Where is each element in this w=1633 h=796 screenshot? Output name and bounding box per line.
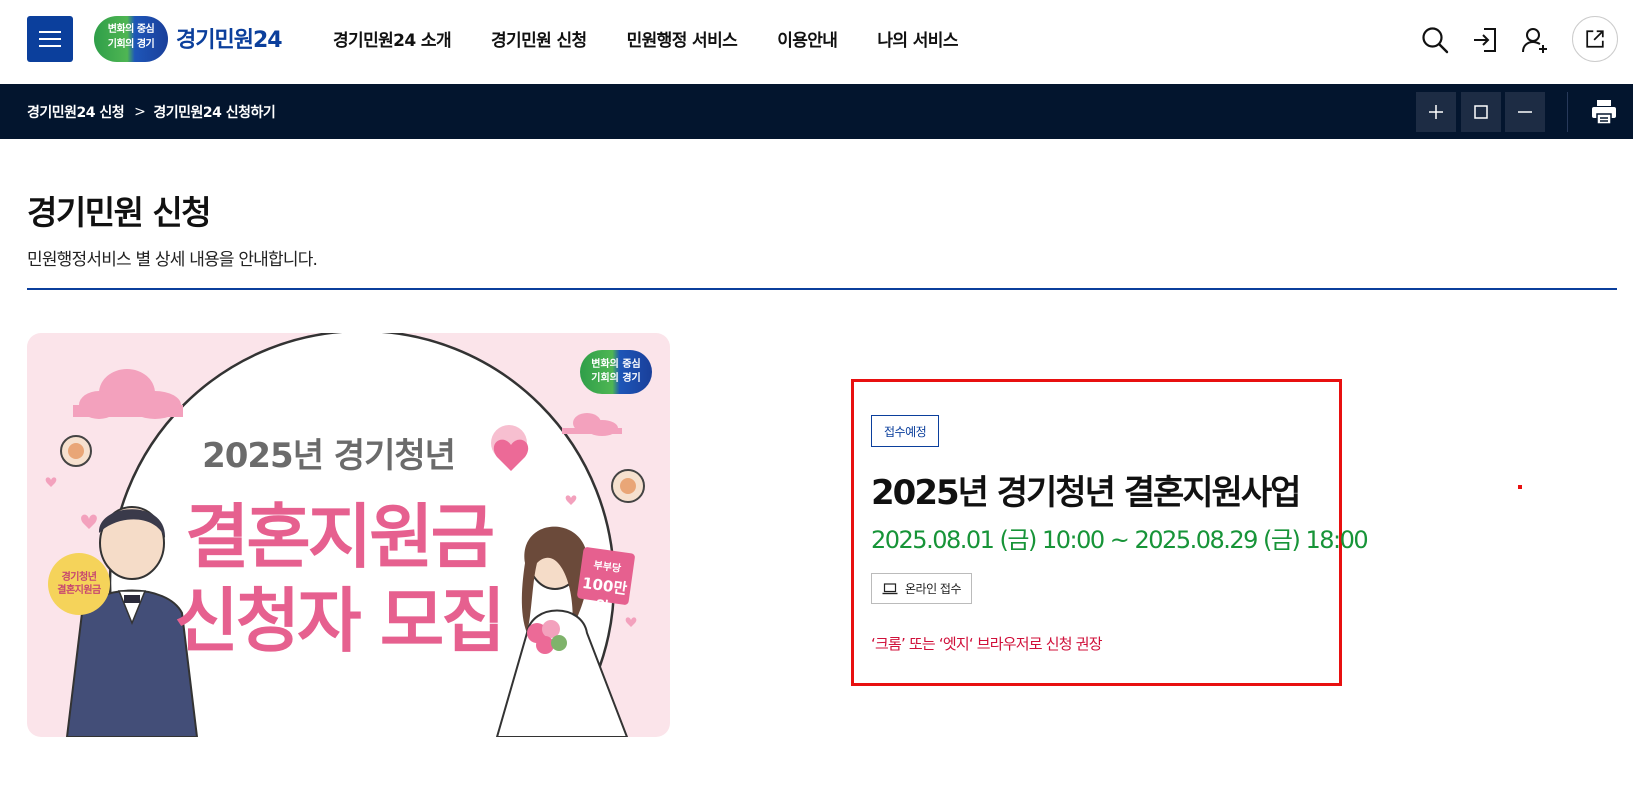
- nav-item-guide[interactable]: 이용안내: [777, 26, 838, 51]
- breadcrumb-bar: 경기민원24 신청 > 경기민원24 신청하기: [0, 84, 1633, 139]
- zoom-reset-button[interactable]: [1461, 92, 1501, 132]
- browser-notice: ‘크롬’ 또는 ‘엣지‘ 브라우저로 신청 권장: [871, 635, 1103, 653]
- minus-icon: [1518, 111, 1532, 113]
- plus-icon: [1429, 105, 1443, 119]
- external-link-icon: [1586, 30, 1604, 48]
- program-info-box: 접수예정 2025년 경기청년 결혼지원사업 2025.08.01 (금) 10…: [851, 379, 1369, 686]
- banner-badge-line2: 기회의 경기: [591, 373, 641, 384]
- banner-line3: 신청자 모집: [174, 580, 505, 662]
- nav-item-apply[interactable]: 경기민원 신청: [491, 26, 587, 51]
- program-title: 2025년 경기청년 결혼지원사업: [871, 473, 1301, 513]
- nav-item-admin-service[interactable]: 민원행정 서비스: [627, 26, 738, 51]
- external-link-button[interactable]: [1572, 16, 1618, 62]
- logo-badge-line1: 변화의 중심: [107, 24, 155, 35]
- zoom-out-button[interactable]: [1505, 92, 1545, 132]
- breadcrumb-separator: >: [134, 103, 146, 120]
- hamburger-icon-bar: [39, 45, 61, 47]
- signup-button[interactable]: [1515, 20, 1555, 60]
- search-button[interactable]: [1415, 20, 1455, 60]
- site-logo[interactable]: 변화의 중심 기회의 경기 경기민원24: [94, 16, 284, 62]
- menu-button[interactable]: [27, 16, 73, 62]
- printer-icon: [1592, 100, 1616, 125]
- red-marker-dot: [1518, 485, 1522, 489]
- signup-icon: [1522, 28, 1547, 53]
- laptop-icon: [882, 582, 898, 594]
- banner-badge-line1: 변화의 중심: [591, 359, 641, 370]
- banner-sign-line1: 경기청년: [61, 572, 97, 583]
- logo-text: 경기민원24: [176, 28, 283, 53]
- nav-item-my-service[interactable]: 나의 서비스: [877, 26, 958, 51]
- search-icon: [1422, 27, 1449, 54]
- login-icon: [1474, 28, 1496, 52]
- status-badge: 접수예정: [871, 415, 940, 447]
- online-application-button[interactable]: 온라인 접수: [871, 573, 973, 604]
- hamburger-icon-bar: [39, 31, 61, 33]
- zoom-in-button[interactable]: [1416, 92, 1456, 132]
- banner-amount-card: 부부당 100만원: [576, 546, 636, 617]
- logo-badge-line2: 기회의 경기: [107, 39, 155, 50]
- page-title: 경기민원 신청: [27, 193, 212, 232]
- banner-line1: 2025년 경기청년: [202, 436, 456, 476]
- application-period: 2025.08.01 (금) 10:00 ~ 2025.08.29 (금) 18…: [871, 526, 1369, 554]
- banner-sign-line2: 결혼지원금: [57, 585, 101, 596]
- site-header: 변화의 중심 기회의 경기 경기민원24 경기민원24 소개 경기민원 신청 민…: [0, 0, 1633, 84]
- logo-badge: 변화의 중심 기회의 경기: [94, 16, 168, 62]
- toolbar-divider: [1567, 92, 1568, 132]
- page-description: 민원행정서비스 별 상세 내용을 안내합니다.: [27, 250, 318, 270]
- main-nav: 경기민원24 소개 경기민원 신청 민원행정 서비스 이용안내 나의 서비스: [333, 26, 958, 51]
- breadcrumb-item-apply[interactable]: 경기민원24 신청: [27, 102, 125, 122]
- banner-card-line2: 100만원: [581, 573, 629, 617]
- banner-sign: 경기청년 결혼지원금: [48, 553, 110, 615]
- print-button[interactable]: [1588, 96, 1620, 128]
- login-button[interactable]: [1465, 20, 1505, 60]
- nav-item-intro[interactable]: 경기민원24 소개: [333, 26, 452, 51]
- hamburger-icon-bar: [39, 38, 61, 40]
- breadcrumb-item-current[interactable]: 경기민원24 신청하기: [153, 102, 275, 122]
- banner-logo-badge: 변화의 중심 기회의 경기: [580, 350, 652, 394]
- online-application-label: 온라인 접수: [905, 582, 962, 596]
- breadcrumb: 경기민원24 신청 > 경기민원24 신청하기: [27, 84, 276, 139]
- program-banner-image: 2025년 경기청년 결혼지원금 신청자 모집 변화의 중심 기회의 경기 경기…: [27, 333, 670, 737]
- title-divider: [27, 288, 1617, 290]
- square-icon: [1474, 105, 1488, 119]
